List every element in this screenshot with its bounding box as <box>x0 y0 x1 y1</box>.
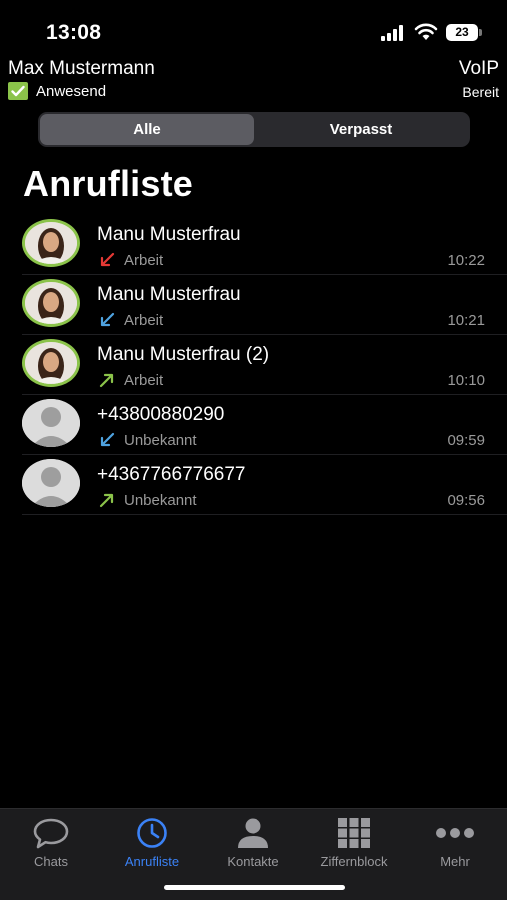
battery-level: 23 <box>446 24 478 41</box>
caller-number: +4367766776677 <box>97 464 246 485</box>
call-time: 10:22 <box>447 252 485 269</box>
tab-label: Anrufliste <box>124 854 180 869</box>
person-icon <box>233 817 273 849</box>
call-time: 09:56 <box>447 492 485 509</box>
check-icon <box>8 82 28 100</box>
tab-mehr[interactable]: Mehr <box>405 817 505 873</box>
tab-ziffernblock[interactable]: Ziffernblock <box>304 817 404 873</box>
tab-label: Mehr <box>440 854 470 869</box>
tab-kontakte[interactable]: Kontakte <box>203 817 303 873</box>
call-list-item[interactable]: +43800880290 Unbekannt 09:59 <box>0 395 507 455</box>
page-title: Anrufliste <box>23 163 194 204</box>
tab-chats[interactable]: Chats <box>1 817 101 873</box>
caller-name: Manu Musterfrau <box>97 224 241 245</box>
incoming-call-arrow-icon <box>100 312 115 327</box>
call-number-type: Arbeit <box>124 372 164 389</box>
tab-label: Chats <box>34 854 68 869</box>
missed-call-arrow-icon <box>100 252 115 267</box>
contact-photo-avatar <box>22 339 80 387</box>
default-avatar-icon <box>22 399 80 447</box>
incoming-call-arrow-icon <box>100 432 115 447</box>
cellular-signal-icon <box>381 25 403 41</box>
tab-label: Ziffernblock <box>320 854 388 869</box>
status-bar: 13:08 23 <box>0 0 507 56</box>
call-time: 10:10 <box>447 372 485 389</box>
call-list: Manu Musterfrau Arbeit 10:22 Manu Muster… <box>0 215 507 515</box>
call-list-item[interactable]: Manu Musterfrau Arbeit 10:22 <box>0 215 507 275</box>
call-list-item[interactable]: +4367766776677 Unbekannt 09:56 <box>0 455 507 515</box>
filter-missed-segment[interactable]: Verpasst <box>254 114 468 145</box>
status-time: 13:08 <box>46 21 102 44</box>
filter-all-segment[interactable]: Alle <box>40 114 254 145</box>
user-name[interactable]: Max Mustermann <box>8 58 155 80</box>
call-time: 10:21 <box>447 312 485 329</box>
home-indicator[interactable] <box>164 885 345 890</box>
voip-status: Bereit <box>462 84 499 100</box>
outgoing-call-arrow-icon <box>99 373 114 388</box>
call-list-item[interactable]: Manu Musterfrau Arbeit 10:21 <box>0 275 507 335</box>
call-number-type: Arbeit <box>124 252 164 269</box>
call-number-type: Arbeit <box>124 312 164 329</box>
call-list-item[interactable]: Manu Musterfrau (2) Arbeit 10:10 <box>0 335 507 395</box>
wifi-icon <box>414 23 438 40</box>
more-dots-icon <box>435 817 475 849</box>
call-number-type: Unbekannt <box>124 432 197 449</box>
clock-icon <box>132 817 172 849</box>
presence-label: Anwesend <box>36 82 107 100</box>
call-time: 09:59 <box>447 432 485 449</box>
call-number-type: Unbekannt <box>124 492 197 509</box>
default-avatar-icon <box>22 459 80 507</box>
contact-photo-avatar <box>22 219 80 267</box>
outgoing-call-arrow-icon <box>99 493 114 508</box>
keypad-icon <box>334 817 374 849</box>
presence-status[interactable]: Anwesend <box>8 82 106 100</box>
tab-anrufliste[interactable]: Anrufliste <box>102 817 202 873</box>
chat-bubble-icon <box>31 817 71 849</box>
call-filter-segmented-control: Alle Verpasst <box>38 112 470 147</box>
battery-icon: 23 <box>446 24 482 41</box>
tab-label: Kontakte <box>227 854 279 869</box>
caller-name: Manu Musterfrau (2) <box>97 344 270 365</box>
caller-name: Manu Musterfrau <box>97 284 241 305</box>
caller-number: +43800880290 <box>97 404 225 425</box>
contact-photo-avatar <box>22 279 80 327</box>
voip-title: VoIP <box>458 58 499 79</box>
